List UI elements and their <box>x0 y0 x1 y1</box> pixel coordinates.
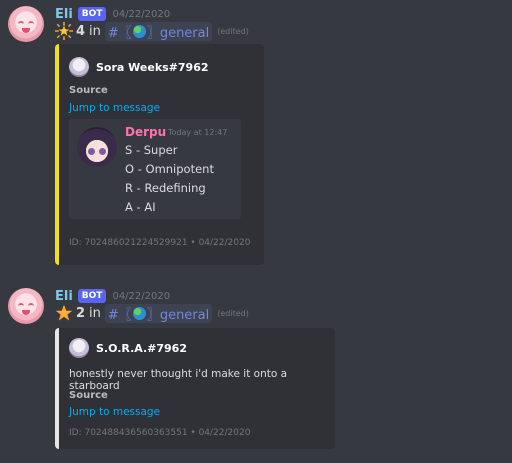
embed-description: honestly never thought i'd make it onto … <box>69 368 288 392</box>
message-timestamp: 04/22/2020 <box>112 290 171 302</box>
channel-prefix: #〖 <box>107 307 132 323</box>
star-count: 4 <box>76 23 86 39</box>
message-header: Eli BOT 04/22/2020 <box>55 6 170 22</box>
embed-author-avatar <box>69 57 89 77</box>
starboard-message-1: Eli BOT 04/22/2020 4 in #〖 〗general (edi… <box>0 0 512 270</box>
channel-mention[interactable]: #〖 〗general <box>104 303 213 323</box>
derpu-avatar <box>77 127 117 167</box>
in-label: in <box>89 305 101 321</box>
embed-image[interactable]: Derpu Today at 12:47 S - Super O - Omnip… <box>69 119 241 219</box>
jump-to-message-link[interactable]: Jump to message <box>69 406 160 418</box>
channel-mention[interactable]: #〖 〗general <box>104 21 213 41</box>
embed-author-name: S.O.R.A.#7962 <box>96 341 187 355</box>
bot-avatar[interactable] <box>8 6 44 42</box>
image-author-name: Derpu <box>125 125 167 139</box>
edited-label: (edited) <box>217 308 249 318</box>
channel-name: 〗general <box>146 307 210 323</box>
author-name[interactable]: Eli <box>55 289 73 304</box>
embed-footer: ID: 702486021224529921 • 04/22/2020 <box>69 238 251 248</box>
message-embed: S.O.R.A.#7962 honestly never thought i'd… <box>55 328 335 449</box>
embed-author: Sora Weeks#7962 <box>69 57 209 77</box>
image-timestamp: Today at 12:47 <box>168 128 228 137</box>
embed-author-avatar <box>69 338 89 358</box>
embed-author: S.O.R.A.#7962 <box>69 338 187 358</box>
image-line-4: A - AI <box>125 200 156 214</box>
starboard-message-2: Eli BOT 04/22/2020 2 in #〖 〗general (edi… <box>0 284 512 463</box>
star-count-line: 4 in #〖 〗general (edited) <box>55 21 249 41</box>
bot-avatar[interactable] <box>8 288 44 324</box>
globe-icon <box>132 306 146 320</box>
source-field-label: Source <box>69 85 108 96</box>
star-icon <box>55 304 73 321</box>
jump-to-message-link[interactable]: Jump to message <box>69 102 160 114</box>
edited-label: (edited) <box>217 26 249 36</box>
channel-prefix: #〖 <box>107 25 132 41</box>
image-line-1: S - Super <box>125 143 178 157</box>
bot-tag: BOT <box>77 289 107 303</box>
image-line-2: O - Omnipotent <box>125 162 214 176</box>
in-label: in <box>89 23 101 39</box>
star-count: 2 <box>76 305 86 321</box>
star-count-line: 2 in #〖 〗general (edited) <box>55 303 249 323</box>
message-timestamp: 04/22/2020 <box>112 8 171 20</box>
channel-name: 〗general <box>146 25 210 41</box>
author-name[interactable]: Eli <box>55 7 73 22</box>
embed-footer: ID: 702488436560363551 • 04/22/2020 <box>69 428 251 438</box>
source-field-label: Source <box>69 390 108 401</box>
image-line-3: R - Redefining <box>125 181 206 195</box>
glowing-star-icon <box>55 22 73 40</box>
message-embed: Sora Weeks#7962 Source Jump to message D… <box>55 44 264 265</box>
message-header: Eli BOT 04/22/2020 <box>55 288 170 304</box>
globe-icon <box>132 24 146 38</box>
bot-tag: BOT <box>77 7 107 21</box>
embed-author-name: Sora Weeks#7962 <box>96 60 209 74</box>
